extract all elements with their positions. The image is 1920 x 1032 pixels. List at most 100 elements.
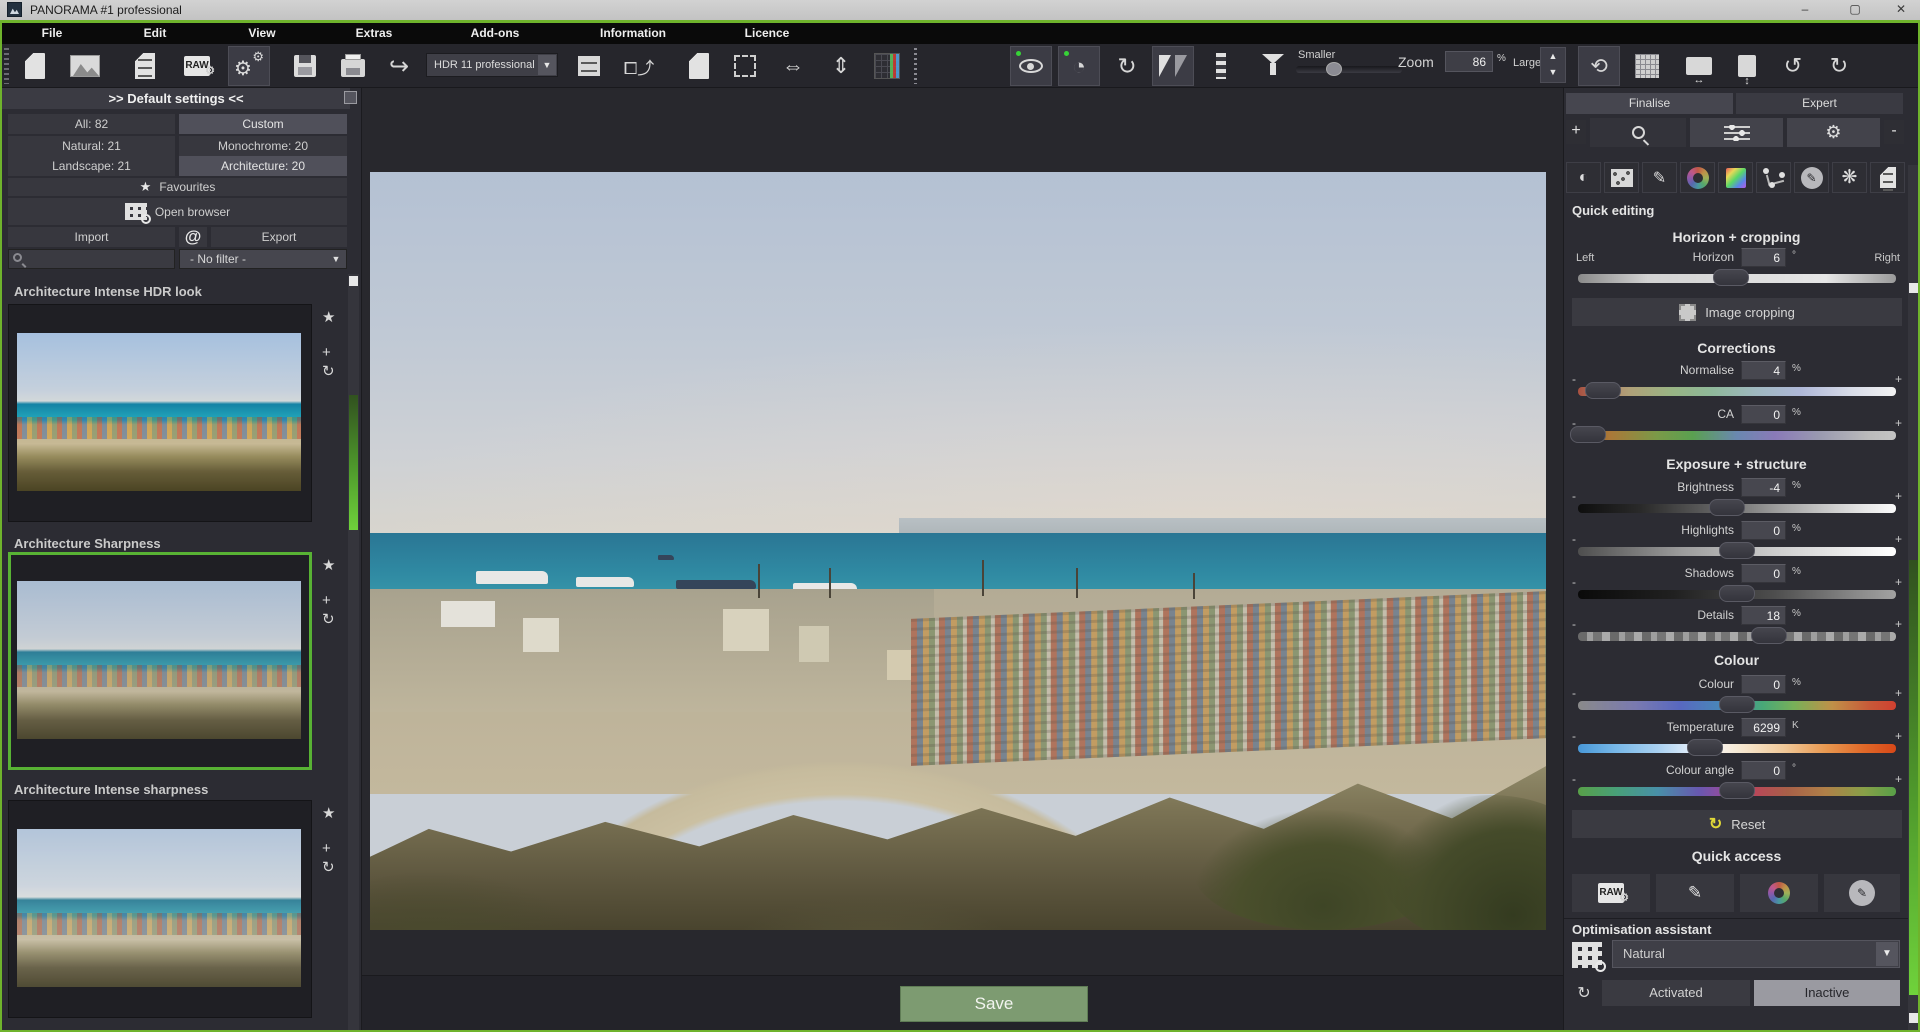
filter-natural-button[interactable]: Natural: 21 [8,136,175,156]
auto-settings-button[interactable]: ⚙ [1787,118,1880,147]
reset-button[interactable]: ↻ Reset [1572,810,1902,838]
raw-develop-button[interactable]: RAW⚙ [176,46,218,86]
scrollbar-handle[interactable] [1909,283,1918,293]
menu-addons[interactable]: Add-ons [471,26,520,40]
zoom-slider[interactable] [1296,66,1402,73]
preset-card-hdr-look[interactable] [8,304,312,522]
panel-pin-icon[interactable] [344,91,357,104]
menu-information[interactable]: Information [600,26,666,40]
compare-button[interactable] [1152,46,1194,86]
maximize-button[interactable]: ▢ [1838,0,1872,19]
slider-thumb[interactable] [1719,782,1755,799]
save-file-button[interactable] [284,46,326,86]
remove-tool-button[interactable]: - [1884,120,1904,144]
filter-monochrome-button[interactable]: Monochrome: 20 [179,136,347,156]
preview-toggle-button[interactable] [1010,46,1052,86]
quick-raw-button[interactable]: RAW⚙ [1572,874,1650,912]
brightness-slider[interactable] [1578,504,1896,513]
histogram-button[interactable] [866,46,908,86]
preset-thumbnail[interactable] [17,333,301,491]
normalise-slider[interactable] [1578,387,1896,396]
print-button[interactable] [332,46,374,86]
rotate-left-button[interactable]: ↺ [1772,46,1814,86]
normalise-value-input[interactable]: 4 [1741,361,1786,380]
dust-removal-button[interactable] [1604,162,1639,193]
menu-view[interactable]: View [248,26,275,40]
grid-overlay-button[interactable] [1626,46,1668,86]
filter-button[interactable] [1252,46,1294,86]
favourite-star-icon[interactable]: ★ [322,308,335,326]
node-graph-button[interactable] [1756,162,1791,193]
fit-width-button[interactable]: ⇔ [772,46,814,86]
slider-thumb[interactable] [1687,739,1723,756]
quick-brush-button[interactable]: ✎ [1824,874,1900,912]
new-document-button[interactable] [14,46,56,86]
step-down-icon[interactable]: ▼ [1541,64,1565,80]
favourite-star-icon[interactable]: ★ [322,556,335,574]
slider-thumb[interactable] [1570,426,1606,443]
save-button[interactable]: Save [900,986,1088,1022]
menu-extras[interactable]: Extras [356,26,393,40]
project-list-button[interactable] [124,46,166,86]
toolbar-grip[interactable] [4,48,9,84]
import-button[interactable]: Import [8,227,175,247]
colour-angle-value-input[interactable]: 0 [1741,761,1786,780]
colour-value-input[interactable]: 0 [1741,675,1786,694]
default-settings-header[interactable]: >> Default settings << [2,88,350,109]
hdr-preset-dropdown[interactable]: HDR 11 professional ▼ [426,53,558,77]
preset-list-scrollbar[interactable] [348,274,359,1030]
copy-settings-button[interactable]: ⧠⤴ [618,46,660,86]
menu-licence[interactable]: Licence [745,26,790,40]
colour-angle-slider[interactable] [1578,787,1896,796]
history-button[interactable]: ◔ [1058,46,1100,86]
no-filter-dropdown[interactable]: - No filter - ▼ [179,249,347,269]
highlights-slider[interactable] [1578,547,1896,556]
retouch-pen-button[interactable]: ✎ [1642,162,1677,193]
brightness-value-input[interactable]: -4 [1741,478,1786,497]
quick-retouch-button[interactable]: ✎ [1656,874,1734,912]
sync-icon[interactable]: ↻ [1572,982,1596,1006]
preset-card-sharpness-selected[interactable] [8,552,312,770]
split-view-button[interactable] [1200,46,1242,86]
batch-document-button[interactable] [678,46,720,86]
refresh-preset-icon[interactable]: ↻ [322,610,335,628]
step-up-icon[interactable]: ▲ [1541,48,1565,64]
temperature-slider[interactable] [1578,744,1896,753]
scrollbar-handle[interactable] [1909,1013,1918,1023]
zoom-value-input[interactable]: 86 [1445,51,1493,72]
brush-circle-button[interactable]: ✎ [1794,162,1829,193]
highlights-value-input[interactable]: 0 [1741,521,1786,540]
refresh-preset-icon[interactable]: ↻ [322,362,335,380]
preset-thumbnail[interactable] [17,829,301,987]
favourites-button[interactable]: ★ Favourites [8,178,347,196]
scrollbar-thumb[interactable] [1909,560,1918,995]
scrollbar-handle[interactable] [349,276,358,286]
export-share-button[interactable]: ↪ [378,46,420,86]
add-tool-button[interactable]: + [1566,120,1586,144]
before-after-button[interactable]: ◐ [1566,162,1601,193]
settings-button[interactable]: ⚙⚙ [228,46,270,86]
details-value-input[interactable]: 18 [1741,606,1786,625]
open-image-button[interactable] [64,46,106,86]
menu-file[interactable]: File [42,26,63,40]
panorama-image[interactable] [370,172,1546,930]
shadows-slider[interactable] [1578,590,1896,599]
fit-screen-height-button[interactable]: ↕ [1726,46,1768,86]
scrollbar-thumb[interactable] [349,395,358,530]
colour-slider[interactable] [1578,701,1896,710]
crop-tool-button[interactable] [724,46,766,86]
slider-thumb[interactable] [1585,382,1621,399]
slider-thumb[interactable] [1713,269,1749,286]
horizon-slider[interactable] [1578,274,1896,283]
quick-colour-wheel-button[interactable] [1740,874,1818,912]
colour-wheel-button[interactable] [1680,162,1715,193]
export-button[interactable]: Export [211,227,347,247]
preset-card-intense-sharpness[interactable] [8,800,312,1018]
menu-edit[interactable]: Edit [144,26,167,40]
preset-search-input[interactable] [8,249,175,269]
slider-thumb[interactable] [1719,585,1755,602]
slider-thumb[interactable] [1719,696,1755,713]
zoom-slider-thumb[interactable] [1326,62,1342,76]
tab-expert[interactable]: Expert [1736,93,1903,114]
filter-all-button[interactable]: All: 82 [8,114,175,134]
